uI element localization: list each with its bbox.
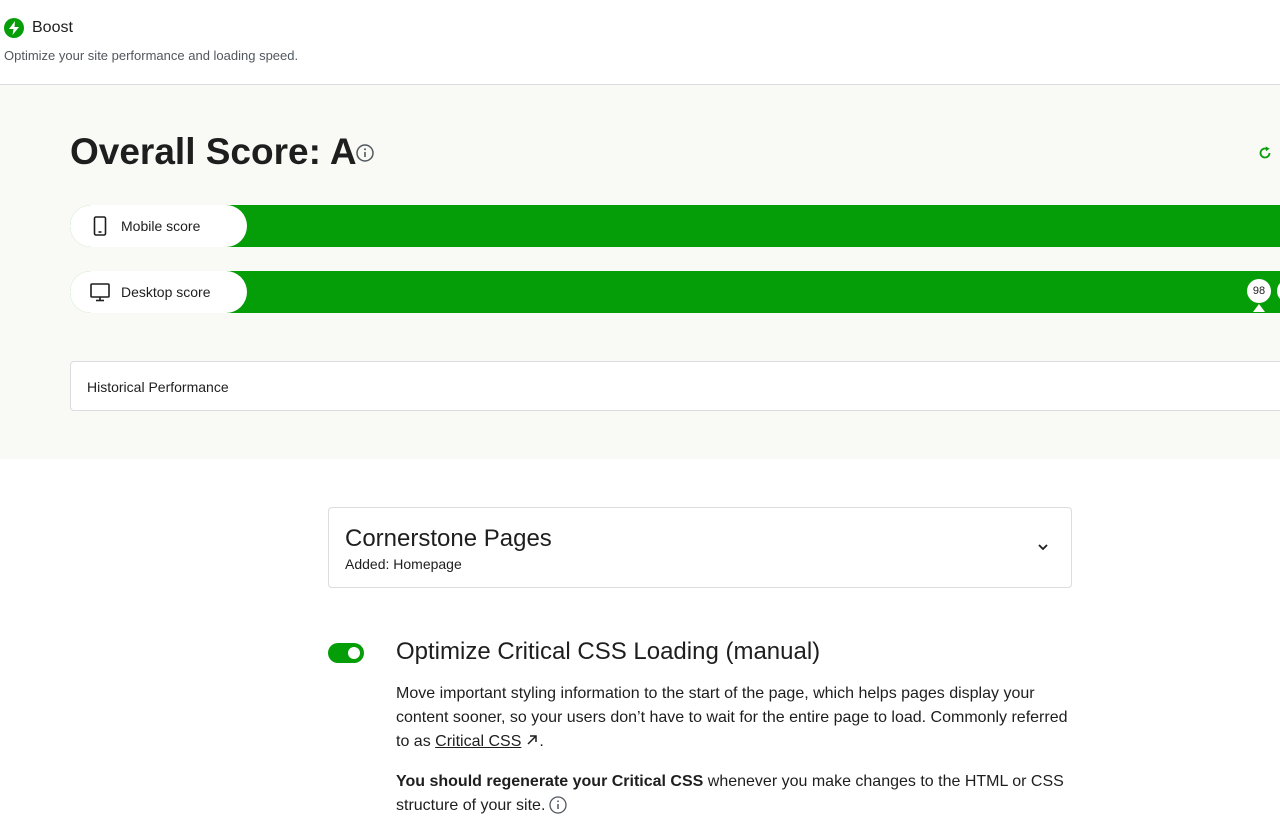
mobile-score-bar: Mobile score bbox=[70, 205, 1280, 247]
score-badge-pointer bbox=[1253, 304, 1265, 312]
regenerate-note: You should regenerate your Critical CSS … bbox=[396, 770, 1076, 818]
desktop-score-bar: Desktop score 98 bbox=[70, 271, 1280, 313]
cornerstone-pages-title: Cornerstone Pages bbox=[345, 525, 552, 552]
page-title: Boost bbox=[32, 19, 73, 36]
external-link-icon bbox=[525, 731, 539, 745]
cornerstone-pages-subtitle: Added: Homepage bbox=[345, 556, 462, 572]
historical-performance-title: Historical Performance bbox=[87, 379, 229, 395]
regenerate-note-bold: You should regenerate your Critical CSS bbox=[396, 773, 704, 790]
cornerstone-pages-card[interactable]: Cornerstone Pages Added: Homepage bbox=[328, 507, 1072, 588]
module-title: Optimize Critical CSS Loading (manual) bbox=[396, 638, 821, 665]
mobile-score-label: Mobile score bbox=[70, 205, 247, 247]
critical-css-link[interactable]: Critical CSS bbox=[435, 733, 521, 750]
desktop-score-label: Desktop score bbox=[70, 271, 247, 313]
page-subtitle: Optimize your site performance and loadi… bbox=[4, 48, 299, 63]
desktop-score-text: Desktop score bbox=[121, 284, 211, 300]
mobile-score-text: Mobile score bbox=[121, 218, 201, 234]
overall-score-title: Overall Score: A bbox=[70, 131, 357, 172]
score-section: Overall Score: A Mobile score Desktop sc… bbox=[0, 85, 1280, 459]
module-description: Move important styling information to th… bbox=[396, 682, 1076, 754]
desktop-icon bbox=[88, 280, 112, 304]
historical-performance-panel[interactable]: Historical Performance bbox=[70, 361, 1280, 411]
boost-logo-icon bbox=[4, 18, 24, 38]
refresh-icon[interactable] bbox=[1257, 145, 1273, 161]
toggle-knob bbox=[348, 647, 360, 659]
mobile-icon bbox=[88, 214, 112, 238]
desktop-score-badge: 98 bbox=[1247, 279, 1271, 303]
top-header: Boost Optimize your site performance and… bbox=[0, 0, 1280, 85]
module-description-end: . bbox=[539, 733, 544, 750]
chevron-down-icon[interactable] bbox=[1035, 539, 1051, 555]
info-icon[interactable] bbox=[549, 796, 568, 814]
info-icon[interactable] bbox=[356, 144, 374, 162]
critical-css-toggle[interactable] bbox=[328, 643, 364, 663]
